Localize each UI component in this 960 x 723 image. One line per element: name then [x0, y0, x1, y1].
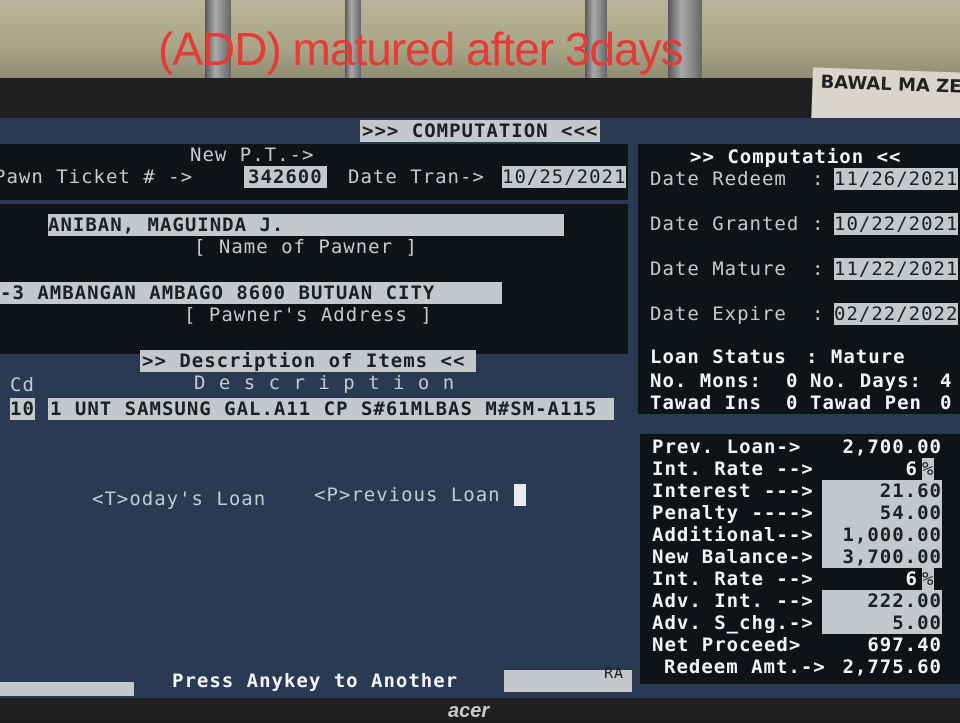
col-cd-header: Cd	[10, 374, 35, 396]
footer-bar-left	[0, 682, 134, 696]
date-redeem-value: 11/26/2021	[834, 168, 959, 190]
tawad-pen-label: Tawad Pen	[810, 392, 922, 414]
adv-schg-label: Adv. S_chg.->	[652, 612, 814, 634]
percent-sign: %	[922, 458, 935, 480]
no-mons-value: 0	[786, 370, 799, 392]
additional-value: 1,000.00	[842, 524, 942, 546]
todays-loan-option[interactable]: <T>oday's Loan	[92, 488, 266, 510]
net-proceed-label: Net Proceed>	[652, 634, 802, 656]
new-balance-value: 3,700.00	[842, 546, 942, 568]
no-mons-label: No. Mons:	[650, 370, 762, 392]
previous-loan-option[interactable]: <P>revious Loan	[314, 484, 501, 506]
adv-int-value: 222.00	[867, 590, 942, 612]
percent-sign-2: %	[922, 568, 935, 590]
int-rate2-value: 6	[905, 568, 918, 590]
terminal-screen: >>> COMPUTATION <<< >> Computation << Da…	[0, 118, 960, 698]
prev-loan-value: 2,700.00	[842, 436, 942, 458]
redeem-amt-value: 2,775.60	[842, 656, 942, 678]
col-description-header: D e s c r i p t i o n	[194, 372, 456, 394]
pawn-ticket-label: Pawn Ticket # ->	[0, 166, 194, 188]
computation-title: >> Computation <<	[690, 146, 902, 168]
tawad-ins-label: Tawad Ins	[650, 392, 762, 414]
pawner-address-label: [ Pawner's Address ]	[184, 304, 433, 326]
pawner-address-field[interactable]: -3 AMBANGAN AMBAGO 8600 BUTUAN CITY	[0, 282, 435, 304]
date-redeem-label: Date Redeem	[650, 168, 787, 190]
additional-label: Additional-->	[652, 524, 814, 546]
date-tran-label: Date Tran->	[348, 166, 485, 188]
date-expire-value: 02/22/2022	[834, 303, 959, 325]
adv-int-label: Adv. Int. -->	[652, 590, 814, 612]
prev-loan-label: Prev. Loan->	[652, 436, 802, 458]
pawn-ticket-field[interactable]: 342600	[244, 166, 327, 188]
date-mature-label: Date Mature	[650, 258, 787, 280]
penalty-value: 54.00	[879, 502, 942, 524]
items-header: >> Description of Items <<	[142, 350, 466, 372]
item-cd[interactable]: 10	[10, 398, 35, 420]
text-cursor	[514, 484, 526, 506]
new-pt-label: New P.T.->	[190, 144, 315, 166]
penalty-label: Penalty ---->	[652, 502, 814, 524]
adv-schg-value: 5.00	[892, 612, 942, 634]
footer-ra: RA	[604, 664, 625, 682]
no-days-value: 4	[940, 370, 953, 392]
new-balance-label: New Balance->	[652, 546, 814, 568]
footer-prompt: Press Anykey to Another	[172, 670, 459, 692]
loan-status-label: Loan Status	[650, 346, 787, 368]
handwritten-annotation: (ADD) matured after 3days	[158, 23, 684, 75]
item-description[interactable]: 1 UNT SAMSUNG GAL.A11 CP S#61MLBAS M#SM-…	[50, 398, 597, 420]
int-rate2-label: Int. Rate -->	[652, 568, 814, 590]
pawner-name-field[interactable]: ANIBAN, MAGUINDA J.	[48, 214, 284, 236]
date-expire-label: Date Expire	[650, 303, 787, 325]
net-proceed-value: 697.40	[867, 634, 942, 656]
pawner-name-label: [ Name of Pawner ]	[194, 236, 418, 258]
interest-label: Interest --->	[652, 480, 814, 502]
date-granted-value: 10/22/2021	[834, 213, 959, 235]
no-days-label: No. Days:	[810, 370, 922, 392]
date-mature-value: 11/22/2021	[834, 258, 959, 280]
loan-status-value: : Mature	[806, 346, 906, 368]
interest-value: 21.60	[879, 480, 942, 502]
page-title: >>> COMPUTATION <<<	[362, 120, 599, 142]
date-tran-field[interactable]: 10/25/2021	[502, 166, 627, 188]
redeem-amt-label: Redeem Amt.->	[664, 656, 826, 678]
tawad-ins-value: 0	[786, 392, 799, 414]
int-rate-label: Int. Rate -->	[652, 458, 814, 480]
int-rate-value: 6	[905, 458, 918, 480]
date-granted-label: Date Granted	[650, 213, 800, 235]
tawad-pen-value: 0	[940, 392, 953, 414]
